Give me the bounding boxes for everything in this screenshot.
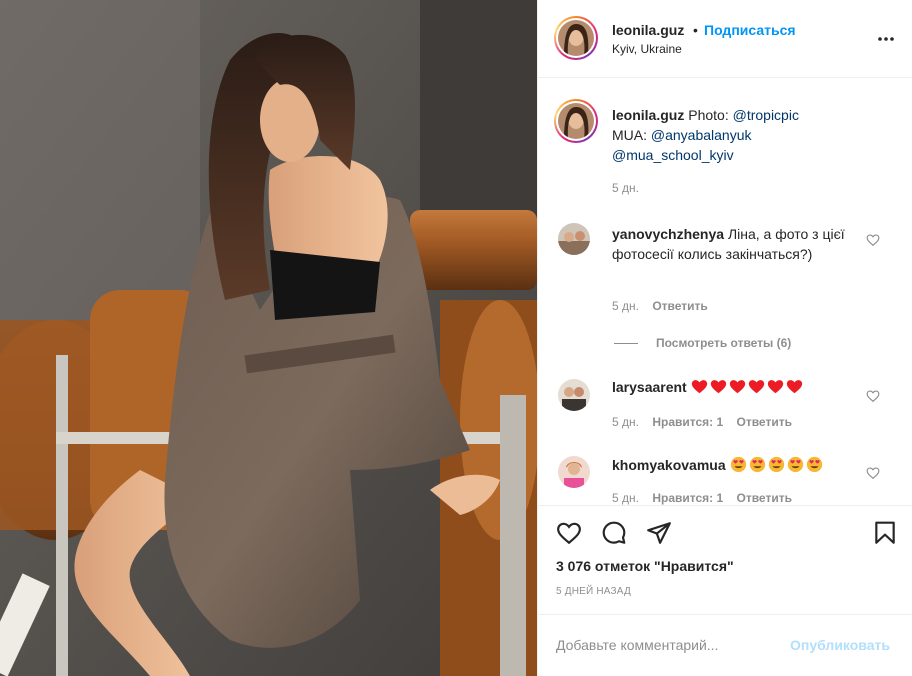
replies-divider	[614, 343, 638, 345]
avatar-image	[558, 103, 594, 139]
comment-avatar[interactable]	[558, 223, 590, 255]
comment-meta: 5 дн. Ответить	[612, 299, 718, 313]
caption-username[interactable]: leonila.guz	[612, 107, 684, 123]
mention-tropicpic[interactable]: @tropicpic	[733, 107, 799, 123]
bookmark-icon[interactable]	[872, 520, 898, 546]
comment-text: larysaarent	[612, 377, 852, 397]
reply-button[interactable]: Ответить	[652, 299, 707, 313]
separator-dot: •	[693, 22, 698, 38]
follow-button[interactable]: Подписаться	[704, 22, 796, 38]
more-options-icon[interactable]	[876, 29, 896, 49]
comment-time: 5 дн.	[612, 491, 639, 505]
view-replies-button[interactable]: Посмотреть ответы (6)	[614, 336, 791, 350]
comment-meta: 5 дн. Нравится: 1 Ответить	[612, 491, 802, 505]
red-heart-icon	[786, 380, 802, 394]
comments-list[interactable]: leonila.guz Photo: @tropicpic MUA: @anya…	[538, 79, 912, 505]
comment-username[interactable]: larysaarent	[612, 379, 687, 395]
comment-meta: 5 дн. Нравится: 1 Ответить	[612, 415, 802, 429]
location-link[interactable]: Kyiv, Ukraine	[612, 42, 682, 56]
red-heart-icon	[729, 380, 745, 394]
caption-photo-prefix: Photo:	[688, 107, 733, 123]
red-heart-icon	[710, 380, 726, 394]
comment-avatar[interactable]	[558, 379, 590, 411]
heart-eyes-face-icon	[806, 456, 822, 473]
caption-mua-prefix: MUA:	[612, 127, 651, 143]
comment-username[interactable]: khomyakovamua	[612, 457, 726, 473]
red-heart-icon	[767, 380, 783, 394]
red-heart-icon	[748, 380, 764, 394]
reply-button[interactable]: Ответить	[737, 415, 792, 429]
post-side-panel: leonila.guz • Подписаться Kyiv, Ukraine …	[537, 0, 912, 676]
heart-eyes-face-icon	[787, 456, 803, 473]
comment-emoji-row	[691, 379, 805, 395]
avatar[interactable]	[554, 16, 598, 60]
mention-mua-school-kyiv[interactable]: @mua_school_kyiv	[612, 147, 734, 163]
add-comment-bar: Опубликовать	[538, 614, 912, 676]
heart-eyes-face-icon	[730, 456, 746, 473]
comment-username[interactable]: yanovychzhenya	[612, 226, 724, 242]
avatar-image	[558, 456, 590, 488]
comment-like-heart-icon[interactable]	[866, 389, 880, 403]
comment-text: yanovychzhenya Ліна, а фото з цієї фотос…	[612, 224, 852, 264]
mention-anyabalanyuk[interactable]: @anyabalanyuk	[651, 127, 752, 143]
comment-time: 5 дн.	[612, 299, 639, 313]
comment-text: khomyakovamua	[612, 455, 852, 475]
caption-time: 5 дн.	[612, 181, 639, 195]
likes-count[interactable]: 3 076 отметок "Нравится"	[556, 558, 734, 574]
view-replies-label: Посмотреть ответы (6)	[656, 336, 792, 350]
post-photo[interactable]	[0, 0, 537, 676]
avatar-image	[558, 223, 590, 255]
post-actions: 3 076 отметок "Нравится" 5 ДНЕЙ НАЗАД	[538, 505, 912, 625]
caption-text: leonila.guz Photo: @tropicpic MUA: @anya…	[612, 105, 892, 165]
heart-eyes-face-icon	[749, 456, 765, 473]
comment-input[interactable]	[556, 633, 786, 657]
red-heart-icon	[691, 380, 707, 394]
publish-comment-button[interactable]: Опубликовать	[790, 637, 890, 653]
caption-avatar[interactable]	[554, 99, 598, 143]
photo-image	[0, 0, 537, 676]
avatar-image	[558, 20, 594, 56]
heart-outline-icon[interactable]	[556, 520, 582, 546]
comment-emoji-row	[730, 456, 825, 473]
comment-avatar[interactable]	[558, 456, 590, 488]
heart-eyes-face-icon	[768, 456, 784, 473]
comment-bubble-icon[interactable]	[601, 520, 627, 546]
post-timestamp[interactable]: 5 ДНЕЙ НАЗАД	[556, 586, 631, 597]
comment-time: 5 дн.	[612, 415, 639, 429]
comment-like-heart-icon[interactable]	[866, 466, 880, 480]
reply-button[interactable]: Ответить	[737, 491, 792, 505]
header-username[interactable]: leonila.guz	[612, 22, 684, 38]
paper-plane-icon[interactable]	[646, 520, 672, 546]
comment-likes-count[interactable]: Нравится: 1	[652, 415, 723, 429]
comment-like-heart-icon[interactable]	[866, 233, 880, 247]
post-header: leonila.guz • Подписаться Kyiv, Ukraine	[538, 0, 912, 78]
avatar-image	[558, 379, 590, 411]
comment-likes-count[interactable]: Нравится: 1	[652, 491, 723, 505]
